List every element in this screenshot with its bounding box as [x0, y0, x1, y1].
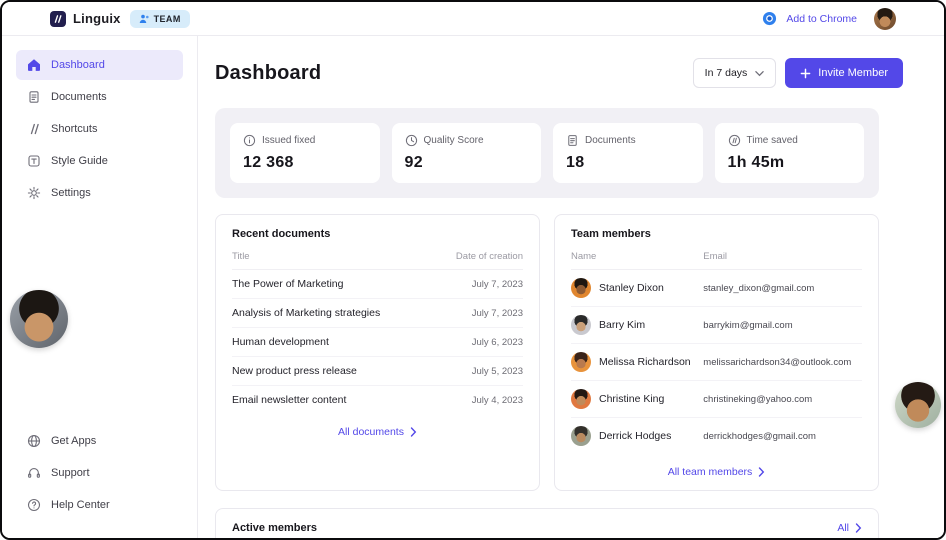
member-row: Christine King christineking@yahoo.com	[571, 381, 862, 418]
question-circle-icon	[27, 498, 41, 512]
table-row[interactable]: New product press release July 5, 2023	[232, 357, 523, 386]
member-avatar	[571, 426, 591, 446]
globe-icon	[27, 434, 41, 448]
sidebar-item-style-guide[interactable]: Style Guide	[16, 146, 183, 176]
member-row: Barry Kim barrykim@gmail.com	[571, 307, 862, 344]
document-icon	[568, 135, 577, 146]
sidebar-item-get-apps[interactable]: Get Apps	[16, 426, 183, 456]
sidebar-item-label: Get Apps	[51, 435, 97, 447]
sidebar-item-documents[interactable]: Documents	[16, 82, 183, 112]
active-members-panel: Active members All 100	[215, 508, 879, 538]
table-row[interactable]: Human development July 6, 2023	[232, 328, 523, 357]
app-window: Linguix TEAM Add to Chrome Dashboard Doc…	[0, 0, 946, 540]
recent-documents-panel: Recent documents Title Date of creation …	[215, 214, 540, 491]
gear-icon	[27, 186, 41, 200]
sidebar-item-dashboard[interactable]: Dashboard	[16, 50, 183, 80]
slashes-icon	[30, 123, 39, 135]
main-content: Dashboard In 7 days Invite Member Issued…	[198, 36, 944, 538]
stat-card-quality-score: Quality Score 92	[391, 123, 541, 183]
panel-title: Team members	[571, 228, 651, 240]
column-title: Title	[232, 251, 250, 262]
clock-icon	[405, 134, 417, 147]
stat-card-documents: Documents 18	[553, 123, 703, 183]
all-link[interactable]: All	[837, 522, 862, 534]
plus-icon	[800, 68, 811, 78]
stat-value: 12 368	[243, 154, 294, 171]
member-avatar	[571, 352, 591, 372]
table-row[interactable]: Analysis of Marketing strategies July 7,…	[232, 299, 523, 328]
all-documents-link[interactable]: All documents	[232, 414, 523, 438]
stats-row: Issued fixed 12 368 Quality Score 92 Doc…	[215, 108, 879, 198]
stat-value: 18	[566, 154, 585, 171]
member-row: Stanley Dixon stanley_dixon@gmail.com	[571, 270, 862, 307]
slashes-circle-icon	[728, 134, 740, 147]
sidebar-item-label: Settings	[51, 187, 91, 199]
stat-value: 92	[404, 154, 423, 171]
sidebar-footer: Get Apps Support Help Center	[2, 426, 197, 522]
home-icon	[28, 59, 40, 71]
people-icon	[139, 14, 149, 23]
column-email: Email	[703, 251, 728, 262]
stat-value: 1h 45m	[727, 154, 785, 171]
panel-title: Recent documents	[232, 228, 331, 240]
sidebar-item-label: Help Center	[51, 499, 110, 511]
chevron-right-icon	[410, 427, 417, 437]
sidebar-item-label: Style Guide	[51, 155, 108, 167]
table-header: Title Date of creation	[232, 251, 523, 270]
user-avatar[interactable]	[874, 7, 896, 30]
floating-avatar-right	[895, 382, 941, 428]
linguix-logo-icon	[50, 10, 66, 27]
team-members-panel: Team members Name Email Stanley Dixon st…	[554, 214, 879, 491]
panel-title: Active members	[232, 522, 317, 534]
chevron-right-icon	[855, 523, 862, 533]
floating-avatar-left	[10, 290, 68, 348]
chevron-down-icon	[755, 70, 765, 76]
all-team-members-link[interactable]: All team members	[571, 454, 862, 478]
chevron-right-icon	[759, 467, 765, 477]
sidebar-item-shortcuts[interactable]: Shortcuts	[16, 114, 183, 144]
sidebar-item-label: Documents	[51, 91, 107, 103]
sidebar-item-label: Dashboard	[51, 59, 105, 71]
column-date: Date of creation	[455, 251, 523, 262]
stat-label: Documents	[585, 135, 636, 146]
topbar: Linguix TEAM Add to Chrome	[2, 2, 944, 36]
member-avatar	[571, 315, 591, 335]
brand: Linguix	[50, 10, 121, 27]
sidebar-item-label: Support	[51, 467, 90, 479]
invite-member-button[interactable]: Invite Member	[785, 58, 903, 88]
member-row: Melissa Richardson melissarichardson34@o…	[571, 344, 862, 381]
stat-label: Quality Score	[423, 135, 484, 146]
add-to-chrome-link[interactable]: Add to Chrome	[786, 13, 857, 25]
stat-label: Time saved	[746, 135, 798, 146]
headset-icon	[28, 468, 40, 478]
stat-card-issued-fixed: Issued fixed 12 368	[230, 123, 380, 183]
team-badge[interactable]: TEAM	[129, 9, 190, 28]
table-row[interactable]: The Power of Marketing July 7, 2023	[232, 270, 523, 299]
table-header: Name Email	[571, 251, 862, 270]
column-name: Name	[571, 251, 597, 262]
team-badge-label: TEAM	[153, 13, 181, 24]
member-row: Derrick Hodges derrickhodges@gmail.com	[571, 418, 862, 454]
sidebar-item-support[interactable]: Support	[16, 458, 183, 488]
info-icon	[243, 134, 256, 147]
stat-card-time-saved: Time saved 1h 45m	[714, 123, 864, 183]
sidebar-item-label: Shortcuts	[51, 123, 98, 135]
sidebar: Dashboard Documents Shortcuts Style Guid…	[2, 36, 198, 538]
document-icon	[29, 91, 39, 103]
member-avatar	[571, 278, 591, 298]
page-title: Dashboard	[215, 61, 322, 84]
period-select-value: In 7 days	[704, 67, 748, 79]
page-header: Dashboard In 7 days Invite Member	[198, 36, 944, 88]
period-select[interactable]: In 7 days	[692, 58, 777, 88]
sidebar-item-settings[interactable]: Settings	[16, 178, 183, 208]
table-row[interactable]: Email newsletter content July 4, 2023	[232, 386, 523, 414]
stat-label: Issued fixed	[262, 135, 316, 146]
invite-member-label: Invite Member	[818, 67, 888, 79]
member-avatar	[571, 389, 591, 409]
style-guide-icon	[28, 155, 40, 167]
chrome-icon	[763, 11, 777, 26]
brand-name: Linguix	[73, 11, 121, 26]
sidebar-item-help-center[interactable]: Help Center	[16, 490, 183, 520]
